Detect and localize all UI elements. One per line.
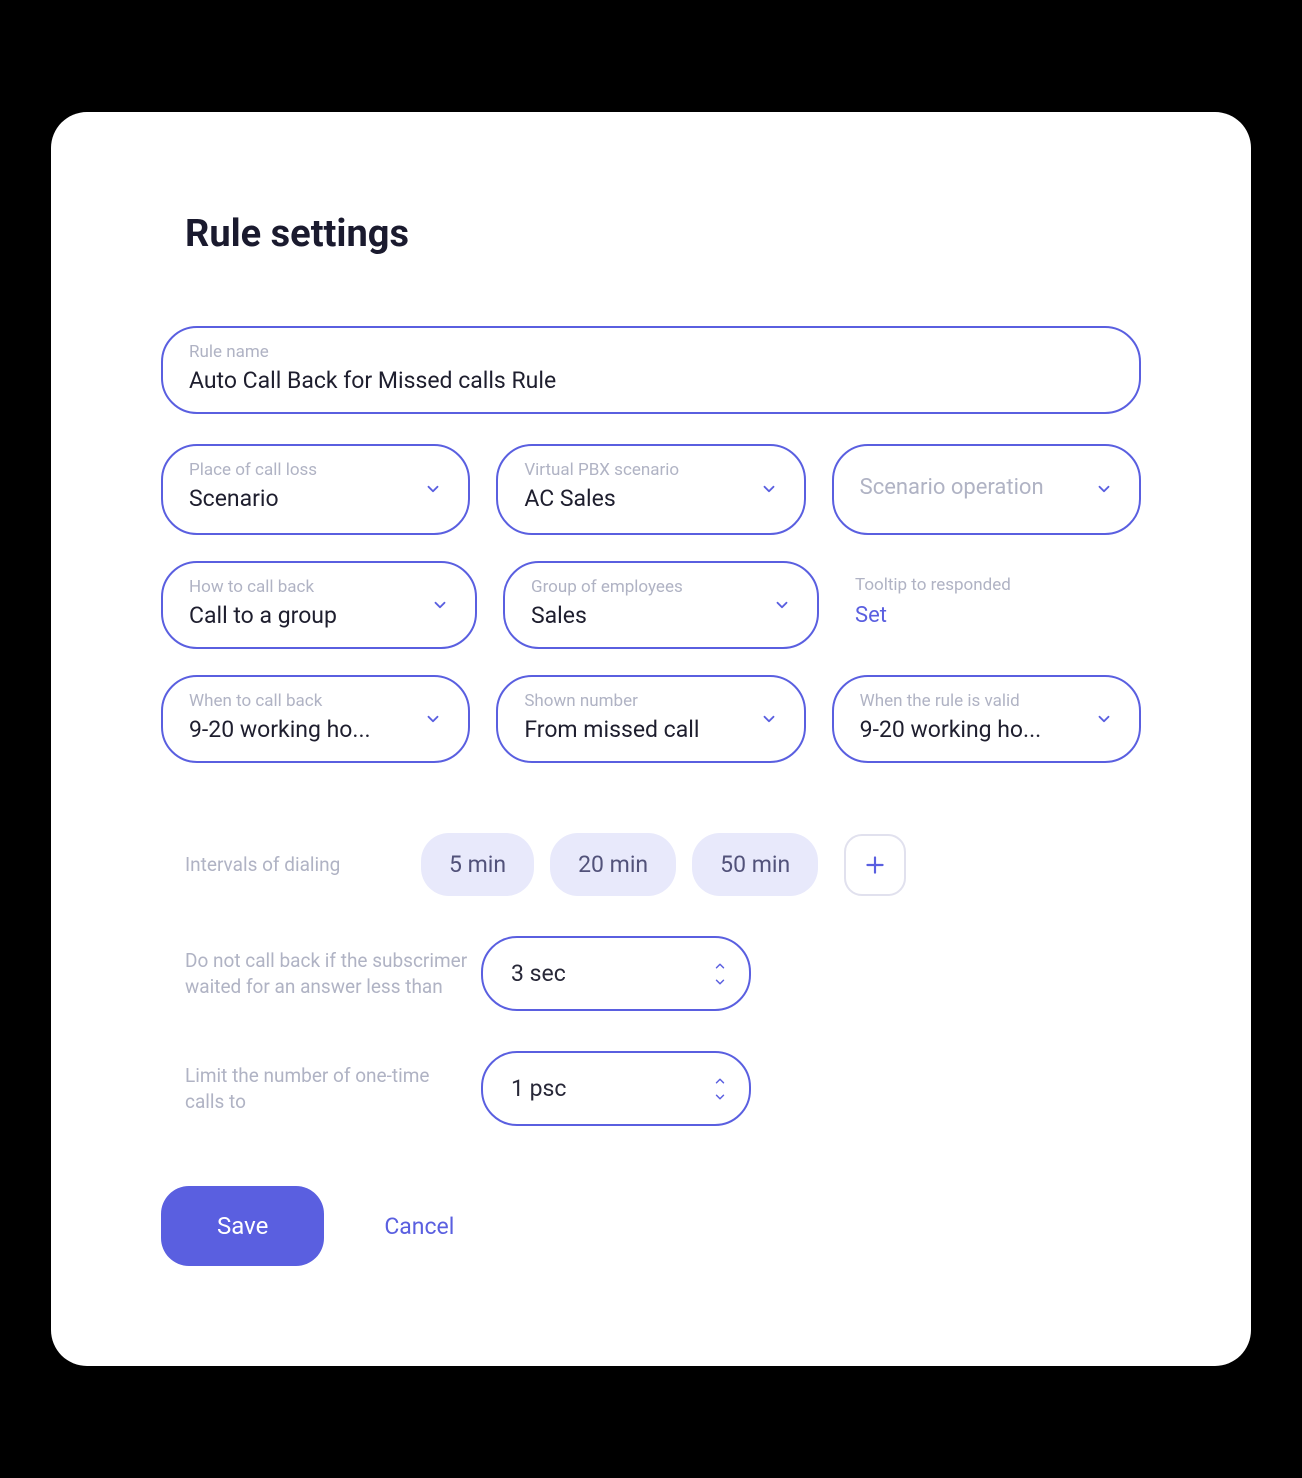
group-of-employees-value: Sales	[531, 601, 791, 631]
tooltip-responded-label: Tooltip to responded	[855, 575, 1115, 595]
chevron-up-icon[interactable]	[713, 959, 727, 973]
plus-icon	[862, 852, 888, 878]
chevron-down-icon	[773, 596, 791, 614]
add-interval-button[interactable]	[844, 834, 906, 896]
rule-name-field[interactable]: Rule name Auto Call Back for Missed call…	[161, 326, 1141, 414]
rule-settings-panel: Rule settings Rule name Auto Call Back f…	[51, 112, 1251, 1366]
chevron-down-icon[interactable]	[713, 975, 727, 989]
how-to-call-back-label: How to call back	[189, 577, 449, 597]
cancel-button[interactable]: Cancel	[384, 1213, 454, 1240]
shown-number-select[interactable]: Shown number From missed call	[496, 675, 805, 763]
when-rule-valid-select[interactable]: When the rule is valid 9-20 working ho..…	[832, 675, 1141, 763]
save-button[interactable]: Save	[161, 1186, 324, 1266]
chevron-down-icon	[431, 596, 449, 614]
virtual-pbx-scenario-label: Virtual PBX scenario	[524, 460, 777, 480]
place-of-call-loss-value: Scenario	[189, 484, 442, 514]
tooltip-responded-set-link[interactable]: Set	[855, 603, 1115, 628]
chevron-down-icon	[1095, 480, 1113, 498]
limit-calls-stepper[interactable]: 1 psc	[481, 1051, 751, 1126]
wait-threshold-stepper[interactable]: 3 sec	[481, 936, 751, 1011]
limit-calls-label: Limit the number of one-time calls to	[161, 1063, 481, 1114]
chevron-down-icon	[760, 480, 778, 498]
rule-name-label: Rule name	[189, 342, 1113, 362]
chevron-down-icon	[1095, 710, 1113, 728]
when-rule-valid-label: When the rule is valid	[860, 691, 1113, 711]
page-title: Rule settings	[185, 212, 1141, 256]
virtual-pbx-scenario-value: AC Sales	[524, 484, 777, 514]
group-of-employees-select[interactable]: Group of employees Sales	[503, 561, 819, 649]
chevron-down-icon	[760, 710, 778, 728]
shown-number-value: From missed call	[524, 715, 777, 745]
shown-number-label: Shown number	[524, 691, 777, 711]
limit-calls-value: 1 psc	[511, 1075, 566, 1102]
how-to-call-back-value: Call to a group	[189, 601, 449, 631]
place-of-call-loss-select[interactable]: Place of call loss Scenario	[161, 444, 470, 535]
when-to-call-back-select[interactable]: When to call back 9-20 working ho...	[161, 675, 470, 763]
wait-threshold-value: 3 sec	[511, 960, 566, 987]
how-to-call-back-select[interactable]: How to call back Call to a group	[161, 561, 477, 649]
tooltip-responded-block: Tooltip to responded Set	[845, 561, 1141, 649]
wait-threshold-label: Do not call back if the subscrimer waite…	[161, 948, 481, 999]
when-to-call-back-value: 9-20 working ho...	[189, 715, 442, 745]
chevron-up-icon[interactable]	[713, 1074, 727, 1088]
interval-chip[interactable]: 5 min	[421, 833, 534, 896]
intervals-dialing-label: Intervals of dialing	[161, 852, 421, 878]
chevron-down-icon	[424, 710, 442, 728]
group-of-employees-label: Group of employees	[531, 577, 791, 597]
chevron-down-icon[interactable]	[713, 1090, 727, 1104]
scenario-operation-select[interactable]: Scenario operation	[832, 444, 1141, 535]
scenario-operation-placeholder: Scenario operation	[860, 460, 1113, 517]
virtual-pbx-scenario-select[interactable]: Virtual PBX scenario AC Sales	[496, 444, 805, 535]
when-to-call-back-label: When to call back	[189, 691, 442, 711]
intervals-chips: 5 min 20 min 50 min	[421, 833, 1141, 896]
rule-name-value: Auto Call Back for Missed calls Rule	[189, 366, 1113, 396]
interval-chip[interactable]: 20 min	[550, 833, 676, 896]
chevron-down-icon	[424, 480, 442, 498]
place-of-call-loss-label: Place of call loss	[189, 460, 442, 480]
when-rule-valid-value: 9-20 working ho...	[860, 715, 1113, 745]
interval-chip[interactable]: 50 min	[692, 833, 818, 896]
